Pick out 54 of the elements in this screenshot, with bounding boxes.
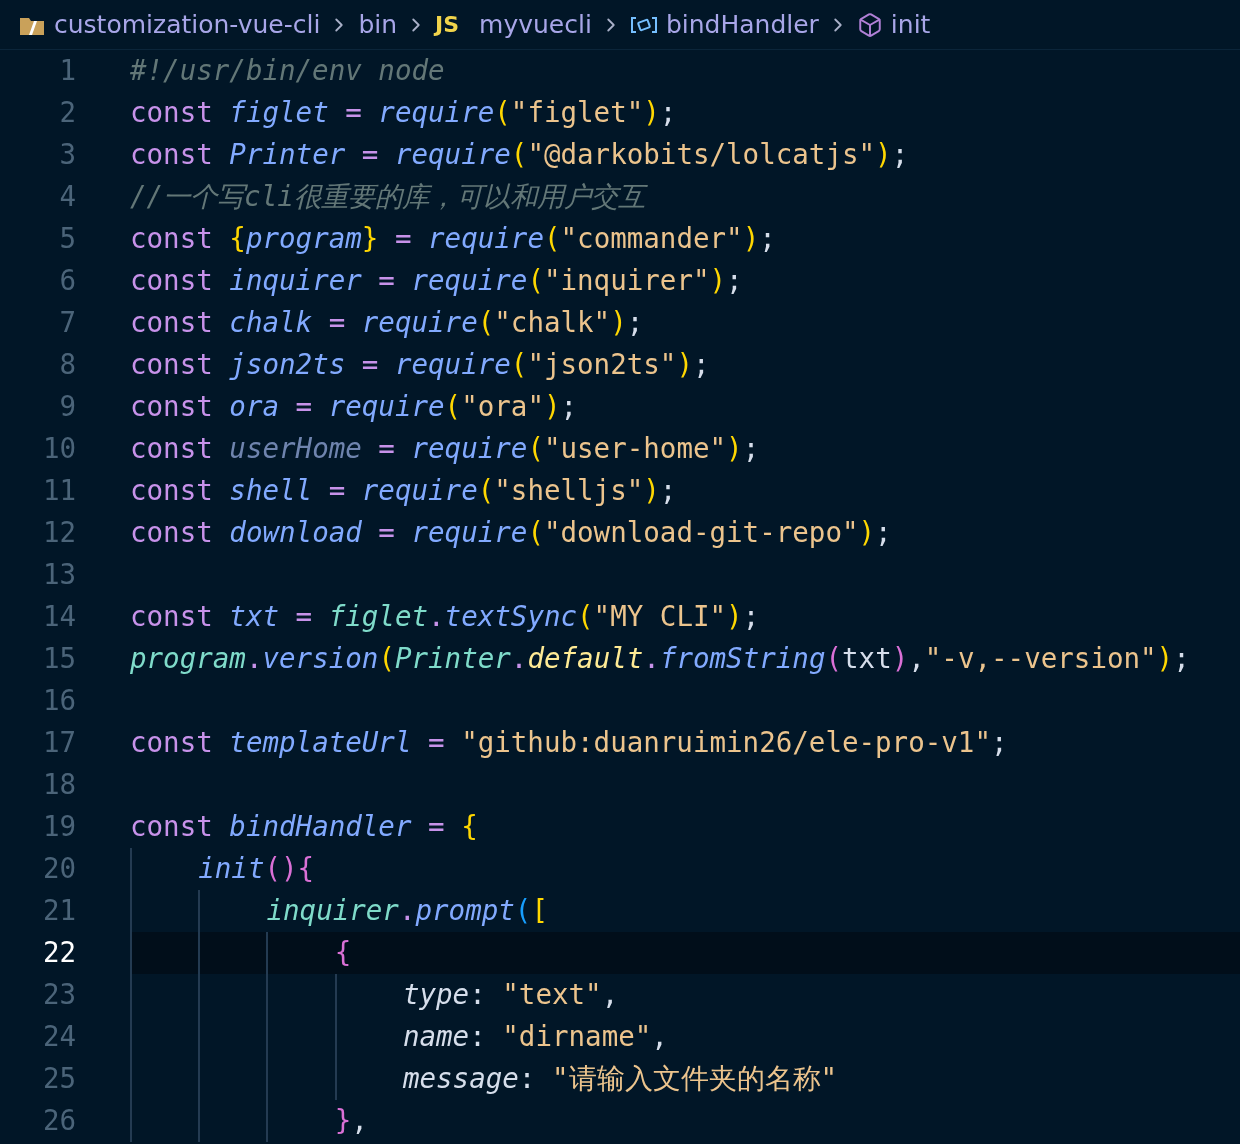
code-line: type: "text", bbox=[130, 974, 1240, 1016]
line-number: 12 bbox=[42, 515, 76, 551]
breadcrumb-item[interactable]: myvuecli bbox=[479, 5, 592, 44]
code-line: init(){ bbox=[130, 848, 1240, 890]
line-number: 14 bbox=[42, 599, 76, 635]
code-line: const inquirer = require("inquirer"); bbox=[130, 263, 744, 299]
line-number: 4 bbox=[59, 179, 76, 215]
line-number: 24 bbox=[42, 1019, 76, 1055]
code-line: const templateUrl = "github:duanruimin26/ele-pro-v1"; bbox=[130, 725, 1009, 761]
code-line: const ora = require("ora"); bbox=[130, 389, 579, 425]
code-line: message: "请输入文件夹的名称" bbox=[130, 1058, 1240, 1100]
breadcrumb-item[interactable]: init bbox=[890, 5, 931, 44]
code-line: const bindHandler = { bbox=[130, 809, 479, 845]
cube-icon bbox=[856, 11, 883, 38]
line-number: 25 bbox=[42, 1061, 76, 1097]
line-number: 11 bbox=[42, 473, 76, 509]
line-number: 9 bbox=[59, 389, 76, 425]
code-line: const Printer = require("@darkobits/lolcatjs"); bbox=[130, 137, 910, 173]
line-number: 7 bbox=[59, 305, 76, 341]
line-number: 26 bbox=[42, 1103, 76, 1139]
line-number: 23 bbox=[42, 977, 76, 1013]
code-line: const json2ts = require("json2ts"); bbox=[130, 347, 711, 383]
breadcrumb-item[interactable]: bindHandler bbox=[665, 5, 819, 44]
breadcrumb-item[interactable]: bin bbox=[358, 5, 398, 44]
code-line: }, bbox=[130, 1100, 1240, 1142]
code-line: const userHome = require("user-home"); bbox=[130, 431, 761, 467]
line-number: 5 bbox=[59, 221, 76, 257]
code-line: //一个写cli很重要的库，可以和用户交互 bbox=[130, 176, 1240, 218]
line-number: 10 bbox=[42, 431, 76, 467]
line-number: 22 bbox=[42, 935, 76, 971]
line-number: 13 bbox=[42, 557, 76, 593]
breadcrumb-item[interactable]: customization-vue-cli bbox=[54, 5, 321, 44]
code-line: #!/usr/bin/env node bbox=[130, 53, 446, 89]
line-number: 16 bbox=[42, 683, 76, 719]
code-line: const {program} = require("commander"); bbox=[130, 221, 777, 257]
line-number: 8 bbox=[59, 347, 76, 383]
line-number: 19 bbox=[42, 809, 76, 845]
code-line: const figlet = require("figlet"); bbox=[130, 95, 678, 131]
code-line: program.version(Printer.default.fromString(txt),"-v,--version"); bbox=[130, 641, 1191, 677]
line-number: 2 bbox=[59, 95, 76, 131]
line-number: 17 bbox=[42, 725, 76, 761]
code-line: const download = require("download-git-repo"); bbox=[130, 515, 893, 551]
code-line: const shell = require("shelljs"); bbox=[130, 473, 678, 509]
js-file-icon: JS bbox=[435, 8, 460, 41]
code-line: const txt = figlet.textSync("MY CLI"); bbox=[130, 599, 761, 635]
line-number: 21 bbox=[42, 893, 76, 929]
line-number: 15 bbox=[42, 641, 76, 677]
line-number: 20 bbox=[42, 851, 76, 887]
line-number: 6 bbox=[59, 263, 76, 299]
code-line: const chalk = require("chalk"); bbox=[130, 305, 645, 341]
code-line: name: "dirname", bbox=[130, 1016, 1240, 1058]
line-number: 3 bbox=[59, 137, 76, 173]
line-number: 18 bbox=[42, 767, 76, 803]
line-number: 1 bbox=[59, 53, 76, 89]
